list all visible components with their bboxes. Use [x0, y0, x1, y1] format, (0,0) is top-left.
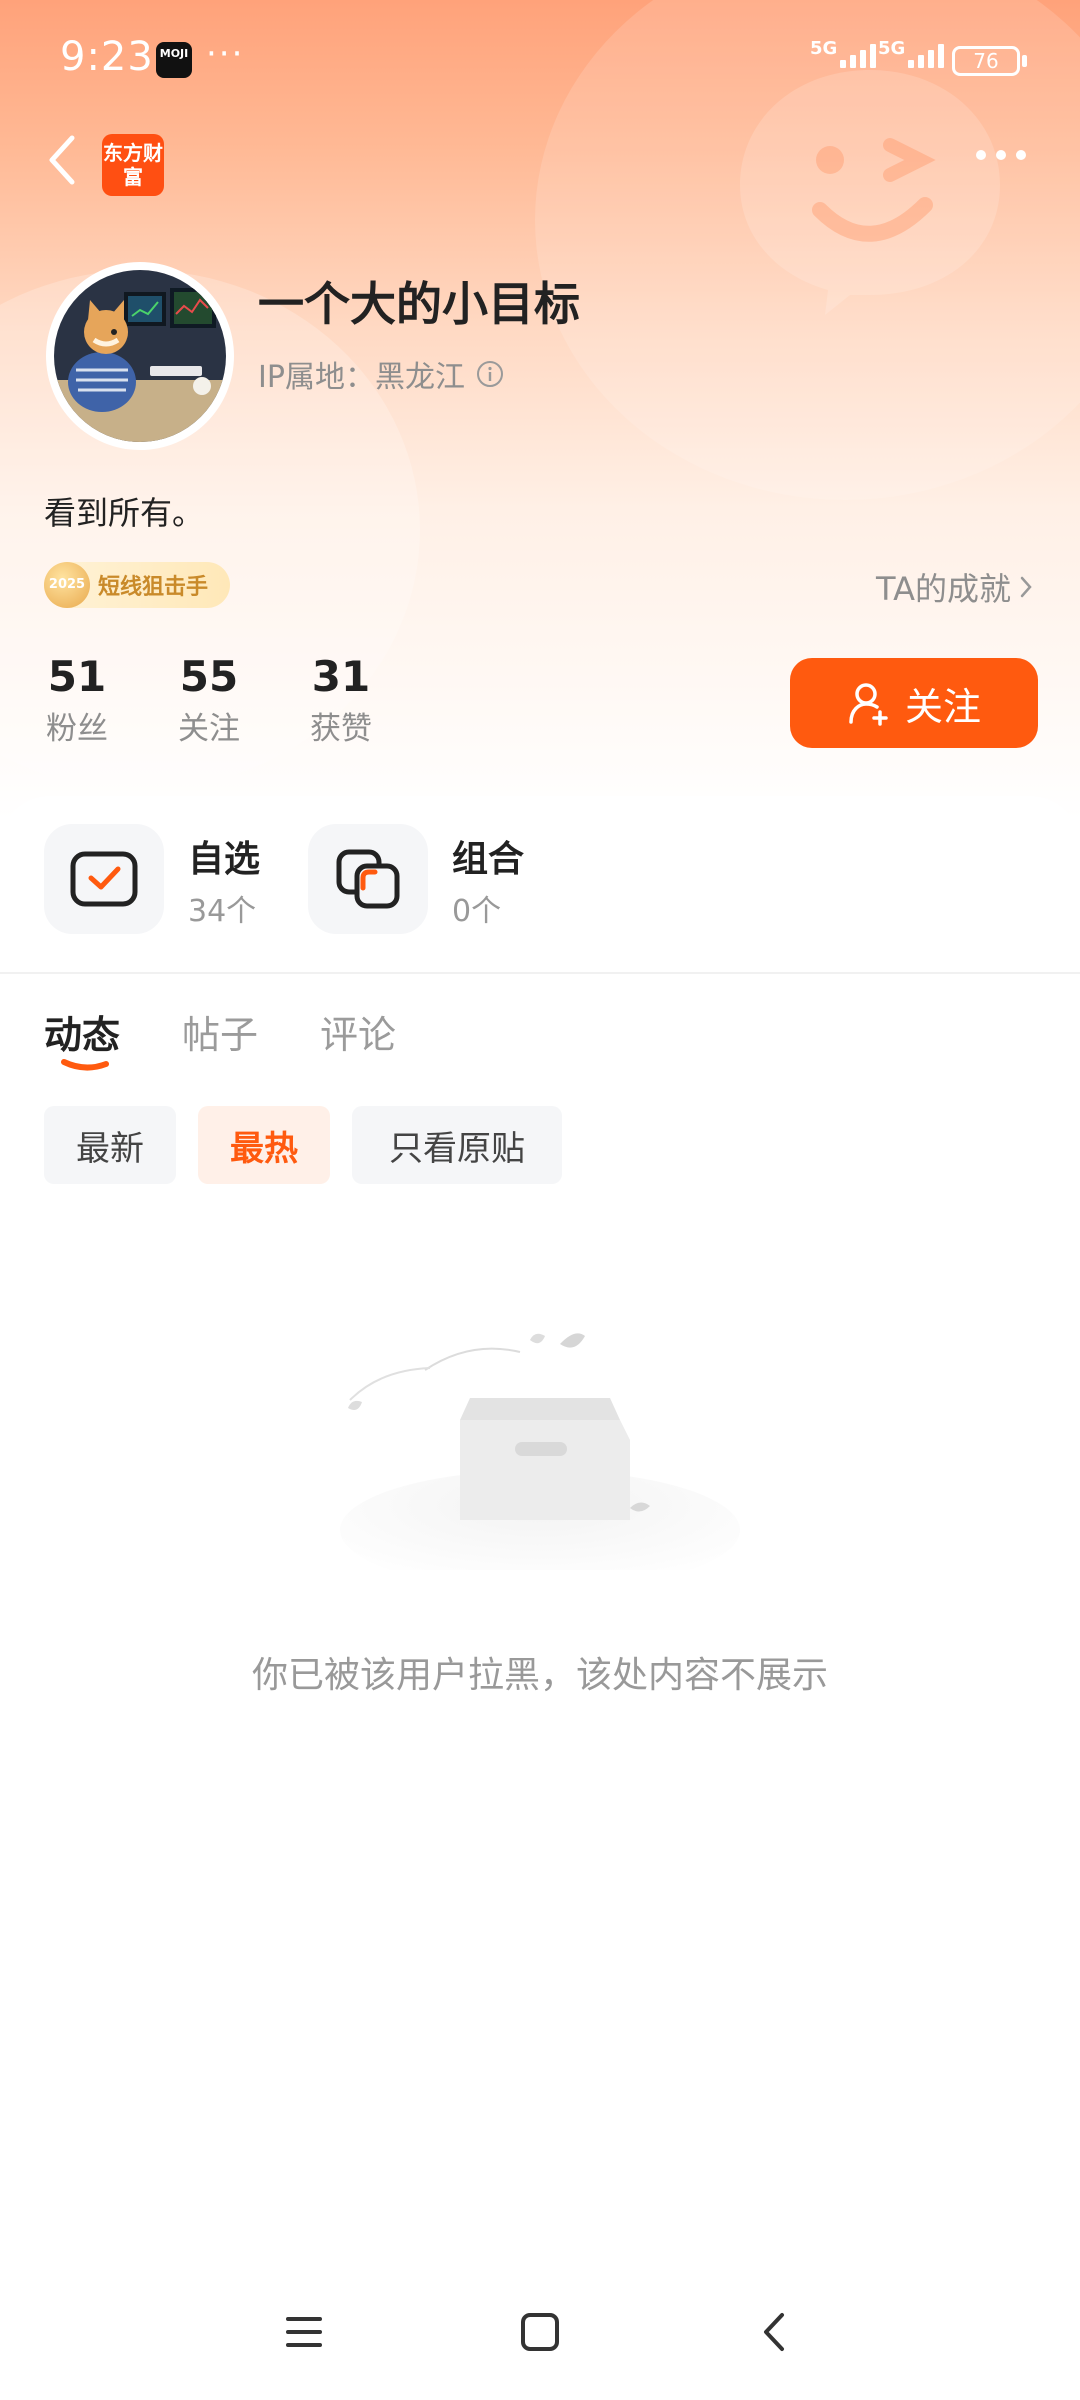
- portfolio-squares-icon: [336, 849, 400, 909]
- profile-bio: 看到所有。: [44, 494, 205, 532]
- info-icon[interactable]: [475, 359, 505, 389]
- portfolio-entry[interactable]: [308, 824, 428, 934]
- nav-back-icon[interactable]: [746, 2302, 806, 2362]
- content-panel: [0, 796, 1080, 2400]
- status-time: 9:23: [60, 34, 154, 80]
- stat-following[interactable]: 55 关注: [176, 652, 242, 748]
- tab-comments[interactable]: 评论: [320, 1004, 396, 1059]
- stat-followers-value: 51: [47, 652, 107, 701]
- avatar[interactable]: [46, 262, 234, 450]
- chevron-right-icon: [1020, 576, 1032, 598]
- tab-activity[interactable]: 动态: [44, 1004, 120, 1059]
- stat-following-value: 55: [179, 652, 239, 701]
- avatar-cat-trader-image: [54, 270, 226, 442]
- follow-button-label: 关注: [904, 684, 981, 729]
- achievements-link[interactable]: TA的成就: [876, 564, 1033, 610]
- nav-menu-icon[interactable]: [274, 2302, 334, 2362]
- smiley-bubble-decor-icon: [740, 70, 1000, 315]
- nav-home-icon[interactable]: [510, 2302, 570, 2362]
- more-dots-icon[interactable]: [976, 150, 1026, 160]
- tab-posts[interactable]: 帖子: [182, 1004, 258, 1059]
- watchlist-title[interactable]: 自选: [188, 830, 260, 882]
- ip-location-label: IP属地：黑龙江: [258, 360, 465, 395]
- portfolio-count: 0个: [452, 894, 502, 929]
- profile-username: 一个大的小目标: [258, 277, 580, 331]
- stat-followers[interactable]: 51 粉丝: [44, 652, 110, 748]
- filter-hot[interactable]: 最热: [198, 1106, 330, 1184]
- section-divider: [0, 972, 1080, 974]
- stat-likes-label: 获赞: [310, 711, 372, 747]
- battery-tip: [1022, 55, 1027, 67]
- back-chevron-icon[interactable]: [42, 130, 82, 190]
- active-tab-indicator: [61, 1059, 109, 1071]
- watchlist-entry[interactable]: [44, 824, 164, 934]
- battery-indicator: 76: [952, 46, 1020, 76]
- app-logo: 东方财富: [102, 134, 164, 196]
- stat-followers-label: 粉丝: [46, 711, 108, 747]
- empty-box-illustration: [340, 1333, 740, 1570]
- add-user-icon: [849, 683, 888, 726]
- watchlist-check-icon: [70, 851, 138, 907]
- empty-state-message: 你已被该用户拉黑，该处内容不展示: [251, 1655, 828, 1696]
- stat-likes-value: 31: [311, 652, 371, 701]
- signal-bars-1-icon: [840, 44, 876, 68]
- watchlist-count: 34个: [188, 894, 257, 929]
- badge-year-coin: 2025: [44, 562, 90, 608]
- signal-bars-2-icon: [908, 44, 944, 68]
- stat-following-label: 关注: [178, 711, 240, 747]
- follow-button[interactable]: 关注: [790, 658, 1038, 748]
- filter-latest[interactable]: 最新: [44, 1106, 176, 1184]
- achievements-link-label: TA的成就: [876, 570, 1011, 608]
- signal-label-1: 5G: [810, 38, 838, 59]
- moji-app-icon: MOJI: [156, 42, 192, 78]
- ip-location: IP属地：黑龙江: [258, 352, 505, 396]
- signal-label-2: 5G: [878, 38, 906, 59]
- status-more-notifications: ···: [206, 34, 245, 74]
- badge-label: 短线狙击手: [98, 575, 209, 600]
- filter-original-only[interactable]: 只看原贴: [352, 1106, 562, 1184]
- stat-likes[interactable]: 31 获赞: [308, 652, 374, 748]
- achievement-badge[interactable]: 2025 短线狙击手: [44, 562, 230, 608]
- portfolio-title[interactable]: 组合: [452, 830, 524, 882]
